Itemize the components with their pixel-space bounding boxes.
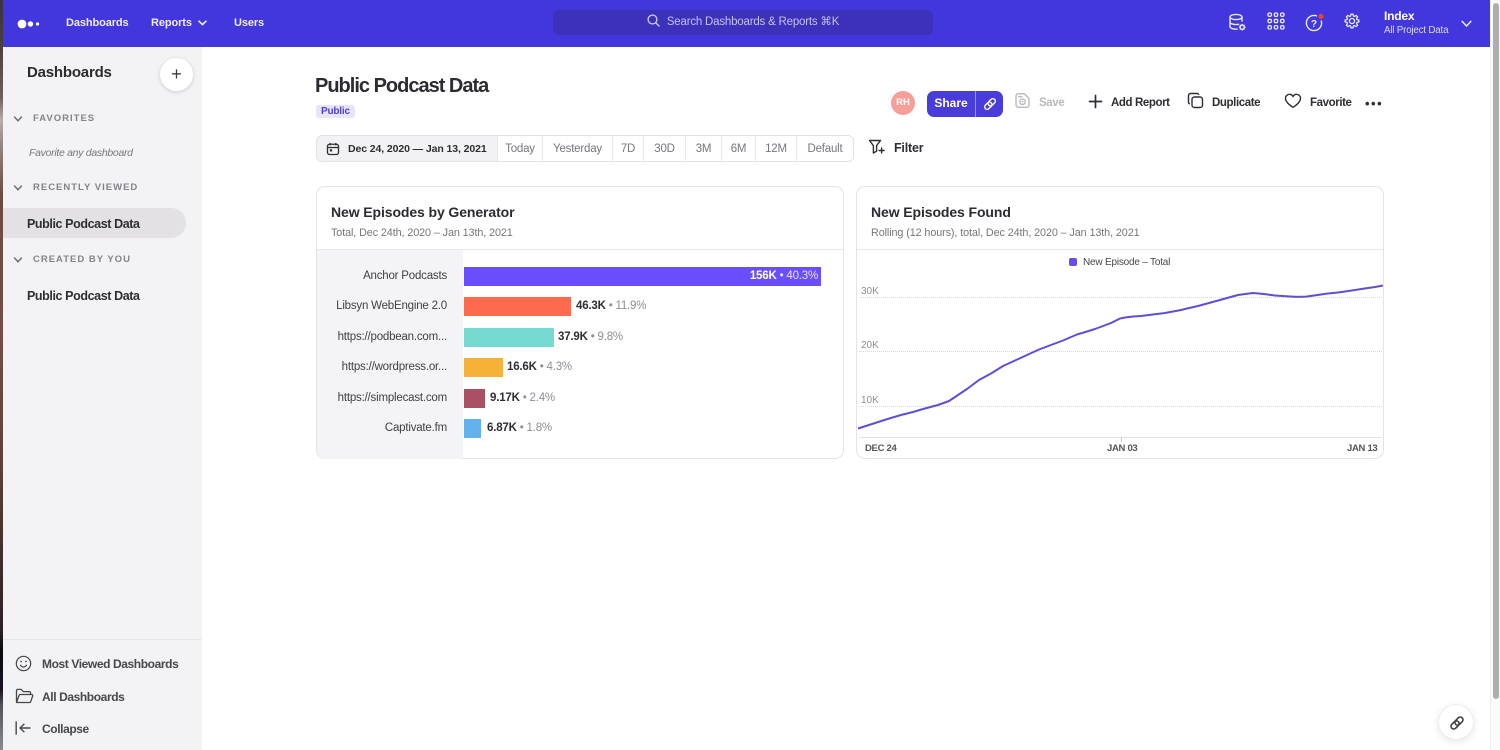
svg-text:?: ? <box>1311 18 1317 30</box>
